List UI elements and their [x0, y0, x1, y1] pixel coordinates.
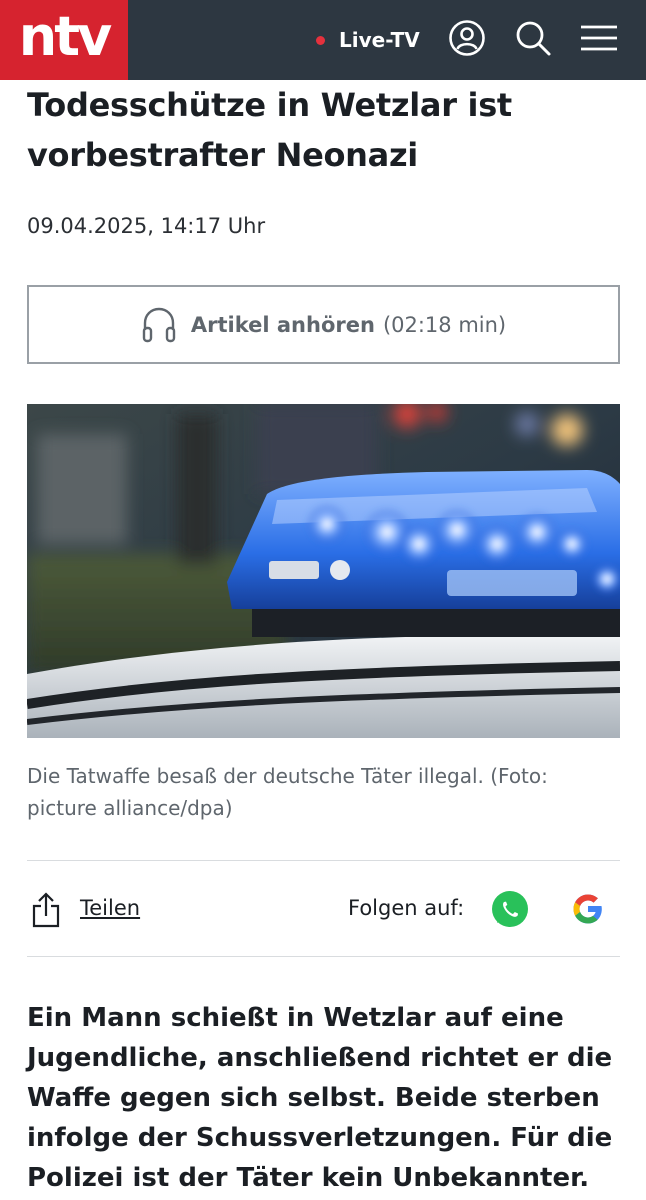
logo-text: ntv: [18, 5, 112, 68]
divider-top: [27, 860, 620, 861]
article-headline: Todesschütze in Wetzlar ist vorbestrafte…: [27, 86, 512, 174]
share-follow-row: Teilen Folgen auf:: [27, 862, 620, 956]
divider-bottom: [27, 956, 620, 957]
listen-article-button[interactable]: Artikel anhören (02:18 min): [27, 285, 620, 364]
article-date: 09.04.2025, 14:17 Uhr: [27, 214, 266, 238]
live-tv-label: Live-TV: [339, 28, 420, 52]
share-link[interactable]: Teilen: [80, 896, 140, 920]
search-icon[interactable]: [513, 18, 553, 58]
article-image[interactable]: [27, 404, 620, 738]
ntv-logo[interactable]: ntv: [0, 0, 128, 80]
listen-label: Artikel anhören: [190, 312, 375, 337]
google-icon[interactable]: [568, 889, 608, 933]
user-icon[interactable]: [447, 18, 487, 58]
article-lead: Ein Mann schießt in Wetzlar auf eine Jug…: [27, 1003, 613, 1193]
share-icon[interactable]: [31, 892, 61, 932]
whatsapp-icon[interactable]: [490, 889, 530, 933]
follow-label: Folgen auf:: [348, 896, 465, 920]
menu-icon[interactable]: [579, 18, 619, 58]
image-caption: Die Tatwaffe besaß der deutsche Täter il…: [27, 764, 548, 820]
live-tv-link[interactable]: Live-TV: [316, 24, 420, 56]
listen-duration: (02:18 min): [382, 312, 507, 337]
top-navigation-bar: ntv Live-TV: [0, 0, 646, 80]
live-dot-icon: [316, 35, 325, 45]
headphones-icon: [141, 306, 177, 344]
